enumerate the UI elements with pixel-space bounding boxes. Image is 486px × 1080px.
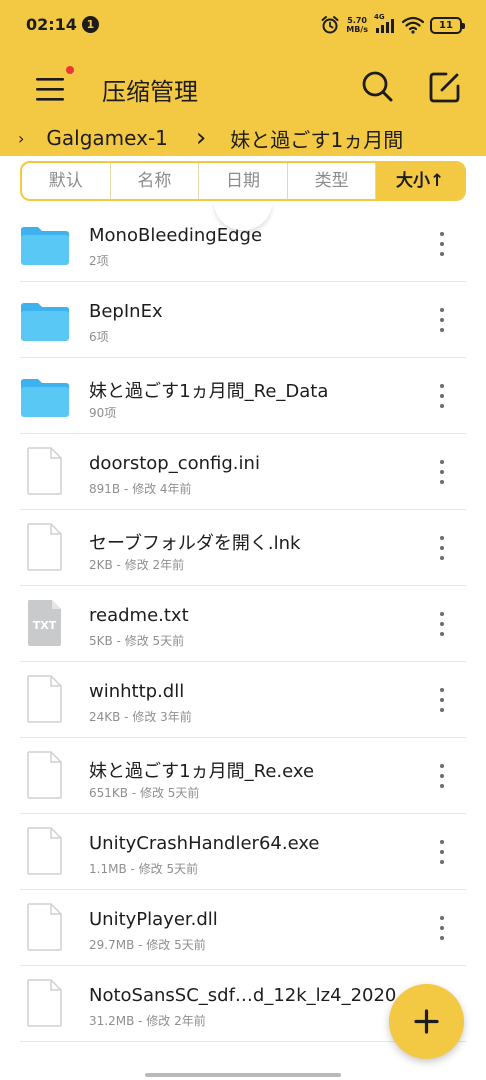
sort-tab-size[interactable]: 大小↑ (376, 163, 464, 199)
list-item[interactable]: UnityPlayer.dll 29.7MB - 修改 5天前 (0, 890, 486, 966)
folder-icon (20, 370, 70, 420)
folder-icon (20, 218, 70, 268)
file-icon (20, 826, 70, 876)
sort-tab-type[interactable]: 类型 (288, 163, 377, 199)
file-meta: 90项 (89, 406, 117, 420)
more-options-icon[interactable] (432, 916, 452, 940)
app-header: 02:14 1 5.70 MB/s 4G 11 压缩管理 › Galgamex-… (0, 0, 486, 156)
more-options-icon[interactable] (432, 232, 452, 256)
file-icon (20, 750, 70, 800)
list-item[interactable]: doorstop_config.ini 891B - 修改 4年前 (0, 434, 486, 510)
search-icon (362, 71, 393, 102)
file-name: UnityCrashHandler64.exe (89, 833, 320, 854)
notification-badge-icon: 1 (82, 16, 99, 33)
network-speed-unit: MB/s (346, 25, 368, 34)
more-options-icon[interactable] (432, 308, 452, 332)
status-bar: 02:14 1 5.70 MB/s 4G 11 (0, 0, 486, 52)
page-title: 压缩管理 (102, 78, 198, 106)
add-button[interactable] (389, 984, 464, 1059)
file-icon (20, 902, 70, 952)
folder-icon (20, 294, 70, 344)
search-button[interactable] (356, 66, 398, 108)
file-meta: 2项 (89, 254, 109, 268)
file-name: readme.txt (89, 605, 189, 626)
chevron-right-icon: › (18, 128, 25, 148)
file-name: doorstop_config.ini (89, 453, 260, 474)
menu-button[interactable] (26, 66, 76, 110)
sort-tab-date[interactable]: 日期 (199, 163, 288, 199)
status-indicators: 5.70 MB/s 4G 11 (320, 13, 465, 36)
file-icon (20, 978, 70, 1028)
wifi-icon (402, 16, 424, 34)
file-meta: 1.1MB - 修改 5天前 (89, 862, 199, 876)
file-name: UnityPlayer.dll (89, 909, 218, 930)
alarm-icon (321, 16, 339, 34)
breadcrumb-item[interactable]: Galgamex-1 (46, 126, 167, 150)
more-options-icon[interactable] (432, 764, 452, 788)
file-name: winhttp.dll (89, 681, 185, 702)
file-name: 妹と過ごす1ヵ月間_Re.exe (89, 761, 315, 782)
list-item[interactable]: 妹と過ごす1ヵ月間_Re.exe 651KB - 修改 5天前 (0, 738, 486, 814)
breadcrumb-item-current[interactable]: 妹と過ごす1ヵ月間 (230, 124, 403, 153)
edit-button[interactable] (424, 66, 466, 108)
hamburger-menu-icon (36, 78, 64, 101)
list-item[interactable]: 妹と過ごす1ヵ月間_Re_Data 90项 (0, 358, 486, 434)
file-icon (20, 522, 70, 572)
file-list: MonoBleedingEdge 2项 BepInEx 6项 妹と過ごす1ヵ月間… (0, 206, 486, 1042)
breadcrumb: › Galgamex-1 › 妹と過ごす1ヵ月間 (0, 120, 486, 156)
file-meta: 24KB - 修改 3年前 (89, 710, 192, 724)
list-item[interactable]: TXT readme.txt 5KB - 修改 5天前 (0, 586, 486, 662)
toolbar: 压缩管理 (0, 52, 486, 124)
txt-icon-label: TXT (33, 619, 57, 632)
file-name: NotoSansSC_sdf…d_12k_lz4_2020 (89, 985, 397, 1006)
list-item[interactable]: UnityCrashHandler64.exe 1.1MB - 修改 5天前 (0, 814, 486, 890)
home-indicator[interactable] (145, 1073, 341, 1077)
file-name: セーブフォルダを開く.lnk (89, 533, 301, 554)
more-options-icon[interactable] (432, 536, 452, 560)
more-options-icon[interactable] (432, 612, 452, 636)
file-icon (20, 674, 70, 724)
chevron-right-icon: › (195, 123, 207, 153)
list-item[interactable]: BepInEx 6项 (0, 282, 486, 358)
file-meta: 6项 (89, 330, 109, 344)
more-options-icon[interactable] (432, 384, 452, 408)
list-item[interactable]: セーブフォルダを開く.lnk 2KB - 修改 2年前 (0, 510, 486, 586)
file-name: BepInEx (89, 301, 163, 322)
network-speed-value: 5.70 (347, 16, 367, 25)
txt-file-icon: TXT (20, 598, 70, 648)
file-meta: 2KB - 修改 2年前 (89, 558, 185, 572)
sort-tab-name[interactable]: 名称 (111, 163, 200, 199)
plus-icon (414, 1009, 439, 1034)
list-item[interactable]: winhttp.dll 24KB - 修改 3年前 (0, 662, 486, 738)
status-time: 02:14 (26, 15, 77, 34)
file-meta: 29.7MB - 修改 5天前 (89, 938, 206, 952)
battery-icon: 11 (430, 16, 465, 34)
sort-tab-default[interactable]: 默认 (22, 163, 111, 199)
sort-tabs: 默认 名称 日期 类型 大小↑ (20, 161, 466, 201)
network-speed: 5.70 MB/s (346, 16, 368, 34)
file-meta: 651KB - 修改 5天前 (89, 786, 200, 800)
notification-dot (66, 66, 74, 74)
file-meta: 31.2MB - 修改 2年前 (89, 1014, 206, 1028)
more-options-icon[interactable] (432, 688, 452, 712)
signal-icon: 4G (374, 13, 396, 35)
file-name: 妹と過ごす1ヵ月間_Re_Data (89, 381, 329, 402)
file-icon (20, 446, 70, 496)
file-meta: 891B - 修改 4年前 (89, 482, 192, 496)
more-options-icon[interactable] (432, 840, 452, 864)
edit-icon (429, 72, 460, 103)
file-meta: 5KB - 修改 5天前 (89, 634, 185, 648)
more-options-icon[interactable] (432, 460, 452, 484)
